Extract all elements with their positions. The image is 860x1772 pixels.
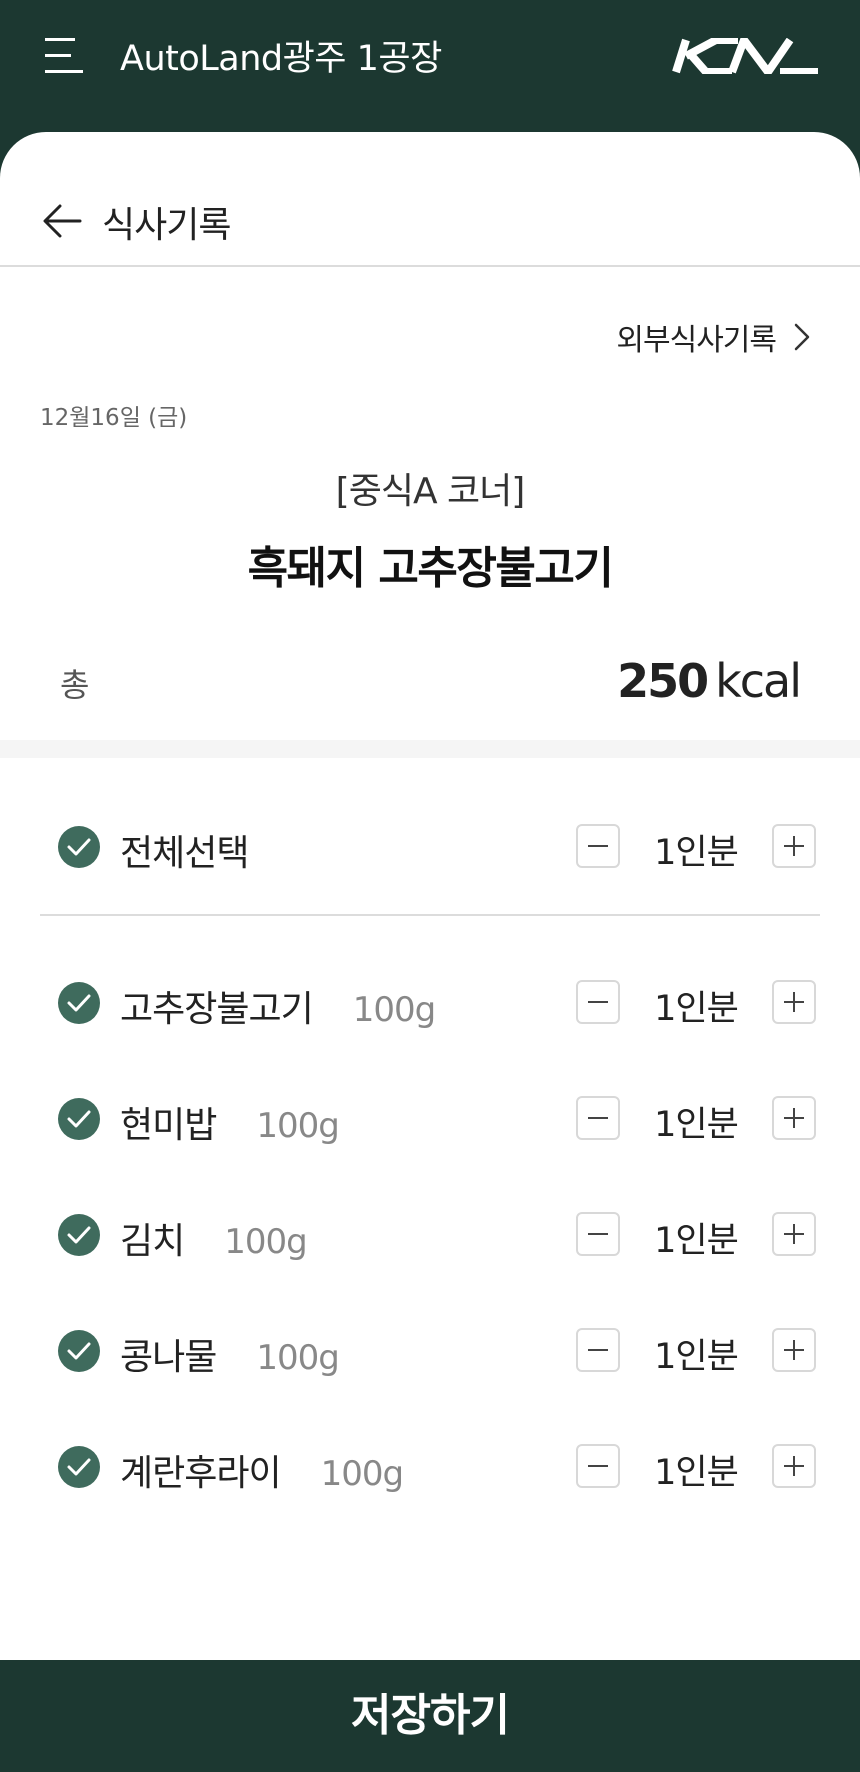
food-item-label: 계란후라이 100g [120, 1444, 404, 1496]
plus-icon [784, 1456, 804, 1476]
food-item-minus-button[interactable] [576, 1212, 620, 1256]
food-item-minus-button[interactable] [576, 1096, 620, 1140]
save-button[interactable]: 저장하기 [0, 1660, 860, 1772]
arrow-left-icon[interactable] [42, 204, 82, 238]
check-icon [67, 1342, 91, 1360]
food-item-minus-button[interactable] [576, 1328, 620, 1372]
select-all-quantity: 1인분 [654, 833, 739, 873]
food-item-name: 김치 [120, 1221, 185, 1262]
total-calories-value: 250 [617, 654, 709, 708]
food-item-plus-button[interactable] [772, 1096, 816, 1140]
food-item-minus-button[interactable] [576, 980, 620, 1024]
food-item-label: 김치 100g [120, 1212, 308, 1264]
food-item-checkbox[interactable] [58, 1446, 100, 1488]
page-header: 식사기록 [0, 132, 860, 267]
plus-icon [784, 1340, 804, 1360]
check-icon [67, 994, 91, 1012]
select-all-plus-button[interactable] [772, 824, 816, 868]
food-item-row: 현미밥 100g 1인분 [0, 1084, 860, 1154]
food-item-plus-button[interactable] [772, 1328, 816, 1372]
select-all-label: 전체선택 [120, 833, 249, 874]
menu-name: 흑돼지 고추장불고기 [247, 543, 614, 594]
external-meal-record-label: 외부식사기록 [616, 323, 777, 358]
total-calories-unit: kcal [715, 654, 802, 708]
app-header: AutoLand광주 1공장 [0, 0, 860, 135]
check-icon [67, 838, 91, 856]
food-item-quantity: 1인분 [654, 1453, 739, 1493]
app-title: AutoLand광주 1공장 [120, 39, 442, 79]
check-icon [67, 1458, 91, 1476]
minus-icon [588, 845, 608, 847]
food-item-row: 계란후라이 100g 1인분 [0, 1432, 860, 1502]
total-calories: 250 kcal [617, 654, 802, 708]
food-item-minus-button[interactable] [576, 1444, 620, 1488]
food-item-row: 콩나물 100g 1인분 [0, 1316, 860, 1386]
food-item-weight: 100g [320, 1454, 404, 1494]
food-item-checkbox[interactable] [58, 1214, 100, 1256]
minus-icon [588, 1465, 608, 1467]
food-item-plus-button[interactable] [772, 1212, 816, 1256]
food-item-quantity: 1인분 [654, 1221, 739, 1261]
section-separator [0, 740, 860, 758]
corner-name: [중식A 코너] [335, 471, 526, 512]
food-item-row: 고추장불고기 100g 1인분 [0, 968, 860, 1038]
food-item-quantity: 1인분 [654, 989, 739, 1029]
food-item-quantity: 1인분 [654, 1105, 739, 1145]
plus-icon [784, 992, 804, 1012]
food-item-checkbox[interactable] [58, 1098, 100, 1140]
food-item-weight: 100g [224, 1222, 307, 1262]
page-title: 식사기록 [102, 205, 231, 246]
food-item-label: 현미밥 100g [120, 1096, 340, 1148]
food-item-weight: 100g [256, 1338, 339, 1378]
select-all-checkbox[interactable] [58, 826, 100, 868]
food-item-weight: 100g [352, 990, 436, 1030]
external-meal-record-link[interactable]: 외부식사기록 [616, 315, 810, 359]
check-icon [67, 1110, 91, 1128]
plus-icon [784, 836, 804, 856]
food-item-weight: 100g [256, 1106, 339, 1146]
check-icon [67, 1226, 91, 1244]
minus-icon [588, 1001, 608, 1003]
select-all-row: 전체선택 1인분 [0, 812, 860, 882]
minus-icon [588, 1233, 608, 1235]
food-item-plus-button[interactable] [772, 980, 816, 1024]
list-divider [40, 914, 820, 916]
food-item-name: 콩나물 [120, 1337, 217, 1378]
minus-icon [588, 1349, 608, 1351]
food-item-name: 고추장불고기 [120, 989, 314, 1030]
plus-icon [784, 1108, 804, 1128]
food-item-plus-button[interactable] [772, 1444, 816, 1488]
food-item-name: 계란후라이 [120, 1453, 282, 1494]
food-item-name: 현미밥 [120, 1105, 217, 1146]
food-item-quantity: 1인분 [654, 1337, 739, 1377]
food-item-checkbox[interactable] [58, 1330, 100, 1372]
total-label: 총 [60, 666, 90, 704]
content-panel: 식사기록 외부식사기록 12월16일 (금) [중식A 코너] 흑돼지 고추장불… [0, 132, 860, 1660]
chevron-right-icon [794, 323, 810, 351]
meal-date: 12월16일 (금) [40, 405, 188, 431]
plus-icon [784, 1224, 804, 1244]
food-item-label: 콩나물 100g [120, 1328, 340, 1380]
kia-logo [672, 38, 818, 74]
menu-icon[interactable] [45, 38, 83, 74]
food-item-row: 김치 100g 1인분 [0, 1200, 860, 1270]
food-item-checkbox[interactable] [58, 982, 100, 1024]
minus-icon [588, 1117, 608, 1119]
food-item-label: 고추장불고기 100g [120, 980, 436, 1032]
select-all-minus-button[interactable] [576, 824, 620, 868]
